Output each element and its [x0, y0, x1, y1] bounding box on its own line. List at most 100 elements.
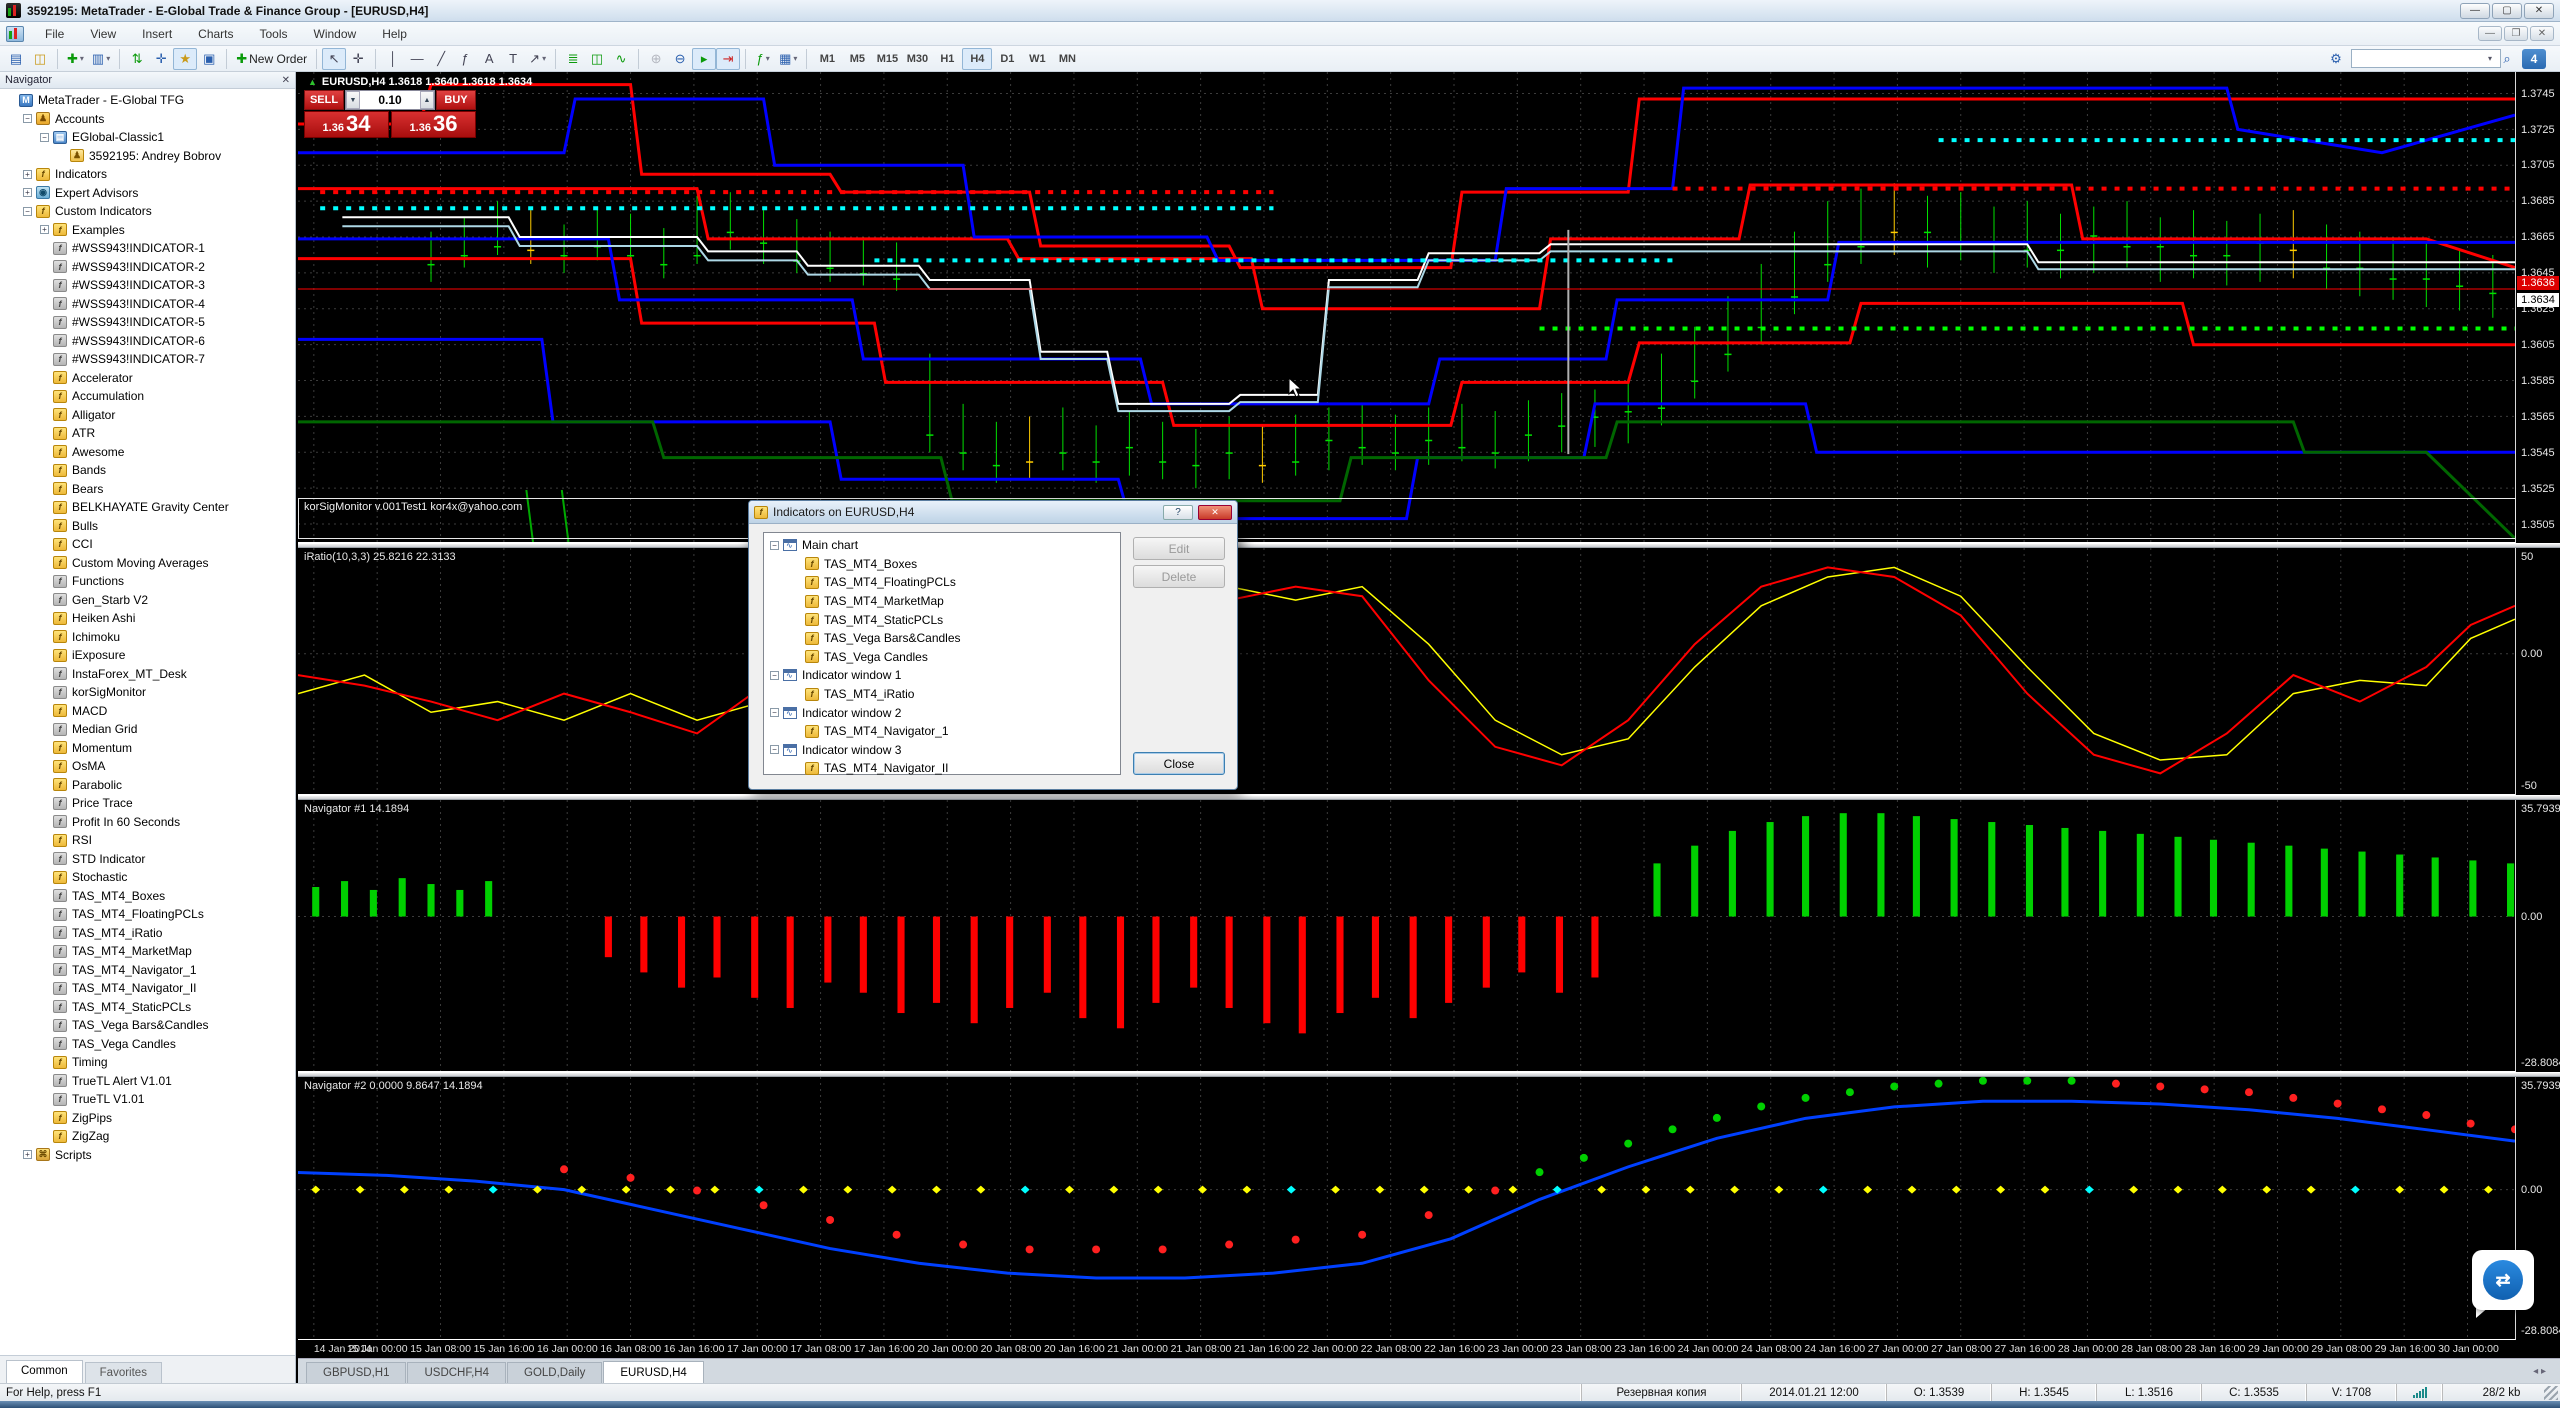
navigator-tree-item[interactable]: fMACD [0, 702, 295, 721]
navigator-tree-item[interactable]: fPrice Trace [0, 794, 295, 813]
navigator-tree-item[interactable]: fProfit In 60 Seconds [0, 813, 295, 832]
text-button[interactable]: A [477, 48, 501, 70]
navigator-tree-item[interactable]: fAccumulation [0, 387, 295, 406]
close-button[interactable]: ✕ [2524, 3, 2554, 19]
navigator-tree-item[interactable]: −fCustom Indicators [0, 202, 295, 221]
terminal-button[interactable]: ▣ [197, 48, 221, 70]
new-chart-button[interactable]: ✚▾ [63, 48, 88, 70]
vertical-line-button[interactable]: │ [381, 48, 405, 70]
navigator-tree-item[interactable]: f#WSS943!INDICATOR-6 [0, 332, 295, 351]
mdi-minimize-button[interactable]: — [2478, 26, 2502, 41]
navigator-tree-item[interactable]: fSTD Indicator [0, 850, 295, 869]
navigator-tree-item[interactable]: fTAS_MT4_Navigator_1 [0, 961, 295, 980]
timeframe-M30[interactable]: M30 [902, 48, 932, 70]
tree-expand-icon[interactable]: − [770, 708, 779, 717]
templates-button[interactable]: ▦▾ [775, 48, 801, 70]
search-button[interactable]: ⌕ [2495, 48, 2519, 70]
tree-expand-icon[interactable]: − [23, 207, 32, 216]
navigator1-axis[interactable]: 35.79390.00-28.8084 [2516, 800, 2560, 1072]
data-window-button[interactable]: ✛ [149, 48, 173, 70]
market-watch-button[interactable]: ⇅ [125, 48, 149, 70]
navigator-close-icon[interactable]: ✕ [282, 75, 290, 86]
dialog-tree-item[interactable]: fTAS_MT4_Navigator_1 [768, 722, 1120, 741]
navigator-tree-item[interactable]: f#WSS943!INDICATOR-7 [0, 350, 295, 369]
navigator-tab-common[interactable]: Common [6, 1360, 83, 1384]
navigator-tree-item[interactable]: fHeiken Ashi [0, 609, 295, 628]
mdi-close-button[interactable]: ✕ [2530, 26, 2554, 41]
timeframe-MN[interactable]: MN [1052, 48, 1082, 70]
dialog-tree-item[interactable]: −Main chart [768, 536, 1120, 555]
main-chart-plot[interactable]: ▲ EURUSD,H4 1.3618 1.3640 1.3618 1.3634 … [298, 72, 2516, 543]
teamviewer-popup[interactable]: ⇄ [2472, 1250, 2534, 1318]
navigator-tree-item[interactable]: +⌘Scripts [0, 1146, 295, 1165]
menu-item-insert[interactable]: Insert [129, 24, 185, 44]
dialog-tree-item[interactable]: −Indicator window 3 [768, 741, 1120, 760]
close-dialog-button[interactable]: Close [1133, 752, 1225, 775]
navigator-tree-item[interactable]: f#WSS943!INDICATOR-4 [0, 295, 295, 314]
navigator-tree-item[interactable]: fStochastic [0, 868, 295, 887]
print-button[interactable]: ▤ [4, 48, 28, 70]
dialog-help-button[interactable]: ? [1163, 505, 1193, 520]
navigator-tree-item[interactable]: f#WSS943!INDICATOR-3 [0, 276, 295, 295]
navigator-tab-favorites[interactable]: Favorites [85, 1362, 162, 1383]
dialog-tree-item[interactable]: −Indicator window 2 [768, 703, 1120, 722]
dialog-indicator-list[interactable]: −Main chartfTAS_MT4_BoxesfTAS_MT4_Floati… [763, 532, 1121, 775]
navigator-tree-item[interactable]: MMetaTrader - E-Global TFG [0, 91, 295, 110]
horizontal-line-button[interactable]: — [405, 48, 429, 70]
timeframe-H4[interactable]: H4 [962, 48, 992, 70]
settings-button[interactable]: ⚙ [2324, 48, 2348, 70]
dialog-tree-item[interactable]: fTAS_MT4_FloatingPCLs [768, 573, 1120, 592]
navigator1-plot[interactable]: Navigator #1 14.1894 [298, 800, 2516, 1072]
trendline-button[interactable]: ╱ [429, 48, 453, 70]
timeframe-M5[interactable]: M5 [842, 48, 872, 70]
dialog-tree-item[interactable]: fTAS_MT4_StaticPCLs [768, 610, 1120, 629]
menu-item-help[interactable]: Help [369, 24, 420, 44]
auto-scroll-button[interactable]: ▸ [692, 48, 716, 70]
navigator-tree-item[interactable]: ♟3592195: Andrey Bobrov [0, 147, 295, 166]
dialog-close-icon[interactable]: ✕ [1198, 505, 1232, 520]
navigator-tree-item[interactable]: fIchimoku [0, 628, 295, 647]
navigator-tree-item[interactable]: fTrueTL Alert V1.01 [0, 1072, 295, 1091]
tree-expand-icon[interactable]: + [23, 188, 32, 197]
menu-item-file[interactable]: File [32, 24, 77, 44]
navigator-tree-item[interactable]: fCustom Moving Averages [0, 554, 295, 573]
navigator-tree-item[interactable]: f#WSS943!INDICATOR-1 [0, 239, 295, 258]
navigator-tree-item[interactable]: fZigZag [0, 1127, 295, 1146]
navigator-tree-item[interactable]: fZigPips [0, 1109, 295, 1128]
menu-item-window[interactable]: Window [301, 24, 370, 44]
lot-decrease-button[interactable]: ▼ [346, 91, 360, 109]
menu-item-view[interactable]: View [77, 24, 129, 44]
crosshair-button[interactable]: ✛ [346, 48, 370, 70]
timeframe-D1[interactable]: D1 [992, 48, 1022, 70]
main-price-axis[interactable]: 1.37451.37251.37051.36851.36651.36451.36… [2516, 72, 2560, 543]
dialog-title-bar[interactable]: f Indicators on EURUSD,H4 ? ✕ [749, 501, 1237, 524]
zoom-in-button[interactable]: ⊕ [644, 48, 668, 70]
navigator-tree-item[interactable]: fFunctions [0, 572, 295, 591]
search-dropdown-icon[interactable]: ▾ [2488, 54, 2492, 63]
navigator-tree-item[interactable]: fTAS_MT4_FloatingPCLs [0, 905, 295, 924]
iratio-plot[interactable]: iRatio(10,3,3) 25.8216 22.3133 [298, 548, 2516, 795]
navigator-tree-item[interactable]: fATR [0, 424, 295, 443]
navigator-tree-item[interactable]: fTAS_MT4_Boxes [0, 887, 295, 906]
navigator-tree-item[interactable]: fBands [0, 461, 295, 480]
tree-expand-icon[interactable]: + [23, 1150, 32, 1159]
zoom-out-button[interactable]: ⊖ [668, 48, 692, 70]
taskbar-sliver[interactable] [0, 1401, 2560, 1408]
chart-tab-usdchf-h4[interactable]: USDCHF,H4 [407, 1362, 506, 1383]
navigator-tree-item[interactable]: fGen_Starb V2 [0, 591, 295, 610]
navigator-tree-item[interactable]: fTAS_MT4_MarketMap [0, 942, 295, 961]
text-label-button[interactable]: T [501, 48, 525, 70]
navigator-tree-item[interactable]: f#WSS943!INDICATOR-2 [0, 258, 295, 277]
menu-item-charts[interactable]: Charts [185, 24, 246, 44]
tree-expand-icon[interactable]: + [40, 225, 49, 234]
dialog-tree-item[interactable]: fTAS_Vega Candles [768, 648, 1120, 667]
navigator-tree-item[interactable]: fAlligator [0, 406, 295, 425]
navigator-tree-item[interactable]: fTAS_MT4_iRatio [0, 924, 295, 943]
navigator-tree-item[interactable]: fOsMA [0, 757, 295, 776]
fibonacci-button[interactable]: ƒ [453, 48, 477, 70]
navigator-tree-item[interactable]: fBulls [0, 517, 295, 536]
tree-expand-icon[interactable]: + [23, 170, 32, 179]
navigator-tree-item[interactable]: fMedian Grid [0, 720, 295, 739]
profiles-button[interactable]: ▥▾ [88, 48, 114, 70]
dialog-tree-item[interactable]: fTAS_MT4_MarketMap [768, 592, 1120, 611]
